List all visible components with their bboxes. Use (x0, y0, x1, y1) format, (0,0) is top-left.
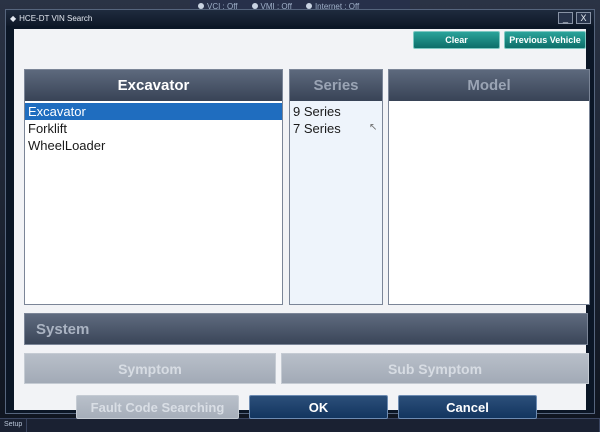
setup-button[interactable]: Setup (0, 419, 28, 432)
model-header: Model (389, 70, 589, 101)
model-panel: Model (388, 69, 590, 305)
ok-button[interactable]: OK (249, 395, 388, 419)
symptom-button[interactable]: Symptom (24, 353, 276, 384)
app-icon: ◆ (10, 13, 17, 23)
close-icon[interactable]: X (576, 12, 591, 24)
bottom-taskbar: Setup (0, 418, 600, 432)
series-header: Series (290, 70, 382, 101)
model-list[interactable] (389, 101, 589, 103)
minimize-icon[interactable]: _ (558, 12, 573, 24)
equipment-type-header: Excavator (25, 70, 282, 101)
sub-symptom-button[interactable]: Sub Symptom (281, 353, 589, 384)
list-item-forklift[interactable]: Forklift (25, 120, 282, 137)
vin-search-dialog: ◆ HCE-DT VIN Search _ X Clear Previous V… (5, 9, 595, 419)
list-item-9-series[interactable]: 9 Series (290, 103, 382, 120)
taskbar-slot (27, 419, 600, 432)
system-selector[interactable]: System (24, 313, 588, 345)
cancel-button[interactable]: Cancel (398, 395, 537, 419)
dialog-titlebar: ◆ HCE-DT VIN Search _ X (6, 10, 594, 26)
mouse-cursor-icon: ↖ (369, 122, 378, 133)
clear-button[interactable]: Clear (413, 31, 500, 49)
fault-code-searching-button[interactable]: Fault Code Searching (76, 395, 239, 419)
list-item-wheelloader[interactable]: WheelLoader (25, 137, 282, 154)
previous-vehicle-button[interactable]: Previous Vehicle (504, 31, 586, 49)
list-item-excavator[interactable]: Excavator (25, 103, 282, 120)
series-panel: Series 9 Series 7 Series (289, 69, 383, 305)
equipment-type-list: Excavator Forklift WheelLoader (25, 101, 282, 154)
dialog-content: Clear Previous Vehicle Excavator Excavat… (14, 29, 590, 419)
equipment-type-panel: Excavator Excavator Forklift WheelLoader (24, 69, 283, 305)
dialog-title: HCE-DT VIN Search (19, 13, 93, 23)
